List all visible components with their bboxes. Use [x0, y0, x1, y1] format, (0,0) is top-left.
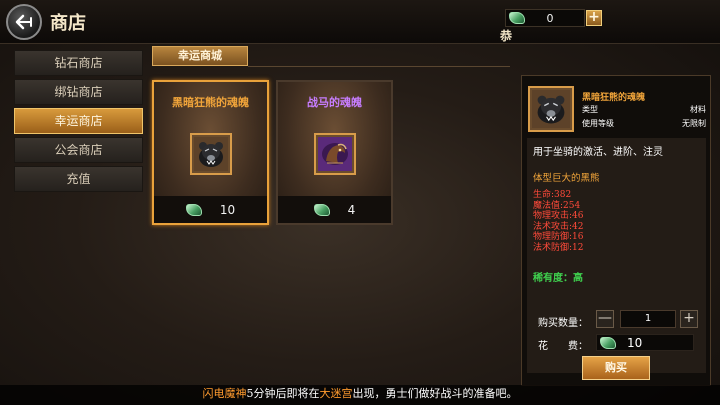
- section-divider: [248, 66, 510, 67]
- price-value: 10: [219, 202, 236, 217]
- item-price: 4: [278, 196, 391, 223]
- add-currency-button[interactable]: +: [586, 10, 602, 26]
- level-label: 使用等级: [582, 119, 614, 128]
- item-name: 战马的魂魄: [307, 96, 362, 109]
- cost-value: 10: [627, 336, 643, 350]
- price-value: 4: [347, 202, 356, 217]
- ticker-text: 出现，勇士们做好战斗的准备吧。: [352, 387, 518, 400]
- bear-soul-icon: [190, 133, 232, 175]
- sidebar-item-diamond-shop[interactable]: 钻石商店: [14, 50, 143, 76]
- detail-header: 黑暗狂熊的魂魄 类型 材料 使用等级 无限制: [526, 82, 707, 138]
- quantity-label: 购买数量：: [538, 318, 588, 329]
- cost-display: 10: [596, 334, 694, 351]
- jade-currency-icon: [185, 203, 202, 216]
- bear-soul-icon: [528, 86, 574, 132]
- stat-line: 魔法值:254: [533, 200, 581, 211]
- quantity-increase-button[interactable]: +: [680, 310, 698, 328]
- quantity-input[interactable]: 1: [620, 310, 676, 328]
- ticker-boss-name: 闪电魔神: [202, 387, 247, 400]
- detail-level-row: 使用等级 无限制: [582, 118, 706, 129]
- shop-item-card[interactable]: 战马的魂魄 4: [276, 80, 393, 225]
- stat-line: 物理攻击:46: [533, 211, 584, 221]
- item-detail-panel: 黑暗狂熊的魂魄 类型 材料 使用等级 无限制 用于坐骑的激活、进阶、注灵 体型巨…: [521, 75, 711, 386]
- tab-lucky-mall[interactable]: 幸运商城: [152, 46, 248, 66]
- stat-line: 法术防御:12: [533, 242, 584, 253]
- jade-currency-icon: [313, 203, 330, 216]
- top-bar: 商店 0 + 恭: [0, 0, 720, 44]
- announcement-ticker: 闪电魔神5分钟后即将在大迷宫出现，勇士们做好战斗的准备吧。: [0, 385, 720, 405]
- back-arrow-icon: [15, 14, 32, 30]
- item-description: 用于坐骑的激活、进阶、注灵: [533, 147, 663, 158]
- shop-item-card[interactable]: 黑暗狂熊的魂魄 10: [152, 80, 269, 225]
- currency-display: 0: [505, 9, 585, 27]
- detail-item-name: 黑暗狂熊的魂魄: [582, 93, 646, 103]
- currency-value: 0: [546, 11, 554, 25]
- stat-line: 物理防御:16: [533, 232, 584, 242]
- type-label: 类型: [582, 105, 598, 114]
- buy-button[interactable]: 购买: [582, 356, 650, 380]
- item-rarity: 稀有度：高: [533, 273, 583, 284]
- level-value: 无限制: [682, 119, 706, 128]
- sidebar-item-bound-diamond-shop[interactable]: 绑钻商店: [14, 79, 143, 105]
- stat-line: 生命:382: [533, 190, 572, 200]
- item-stats: 生命:382 魔法值:254 物理攻击:46 法术攻击:42 物理防御:16 法…: [533, 190, 584, 253]
- ticker-text: 5分钟后即将在: [246, 387, 320, 400]
- page-title: 商店: [50, 13, 86, 34]
- detail-type-row: 类型 材料: [582, 104, 706, 115]
- stat-line: 法术攻击:42: [533, 221, 584, 232]
- sidebar-item-recharge[interactable]: 充值: [14, 166, 143, 192]
- header-glyph: 恭: [500, 29, 513, 43]
- sidebar-item-guild-shop[interactable]: 公会商店: [14, 137, 143, 163]
- type-value: 材料: [690, 105, 706, 114]
- back-button[interactable]: [6, 4, 42, 40]
- quantity-decrease-button[interactable]: —: [596, 310, 614, 328]
- cost-label: 花 费：: [538, 341, 588, 352]
- item-price: 10: [154, 196, 267, 223]
- ticker-location: 大迷宫: [319, 387, 353, 400]
- sidebar-item-lucky-shop[interactable]: 幸运商店: [14, 108, 143, 134]
- jade-currency-icon: [600, 337, 616, 349]
- shop-sidebar: 钻石商店 绑钻商店 幸运商店 公会商店 充值: [14, 50, 143, 195]
- horse-soul-icon: [314, 133, 356, 175]
- item-subtitle: 体型巨大的黑熊: [533, 173, 600, 184]
- jade-currency-icon: [509, 12, 525, 24]
- item-name: 黑暗狂熊的魂魄: [172, 96, 249, 109]
